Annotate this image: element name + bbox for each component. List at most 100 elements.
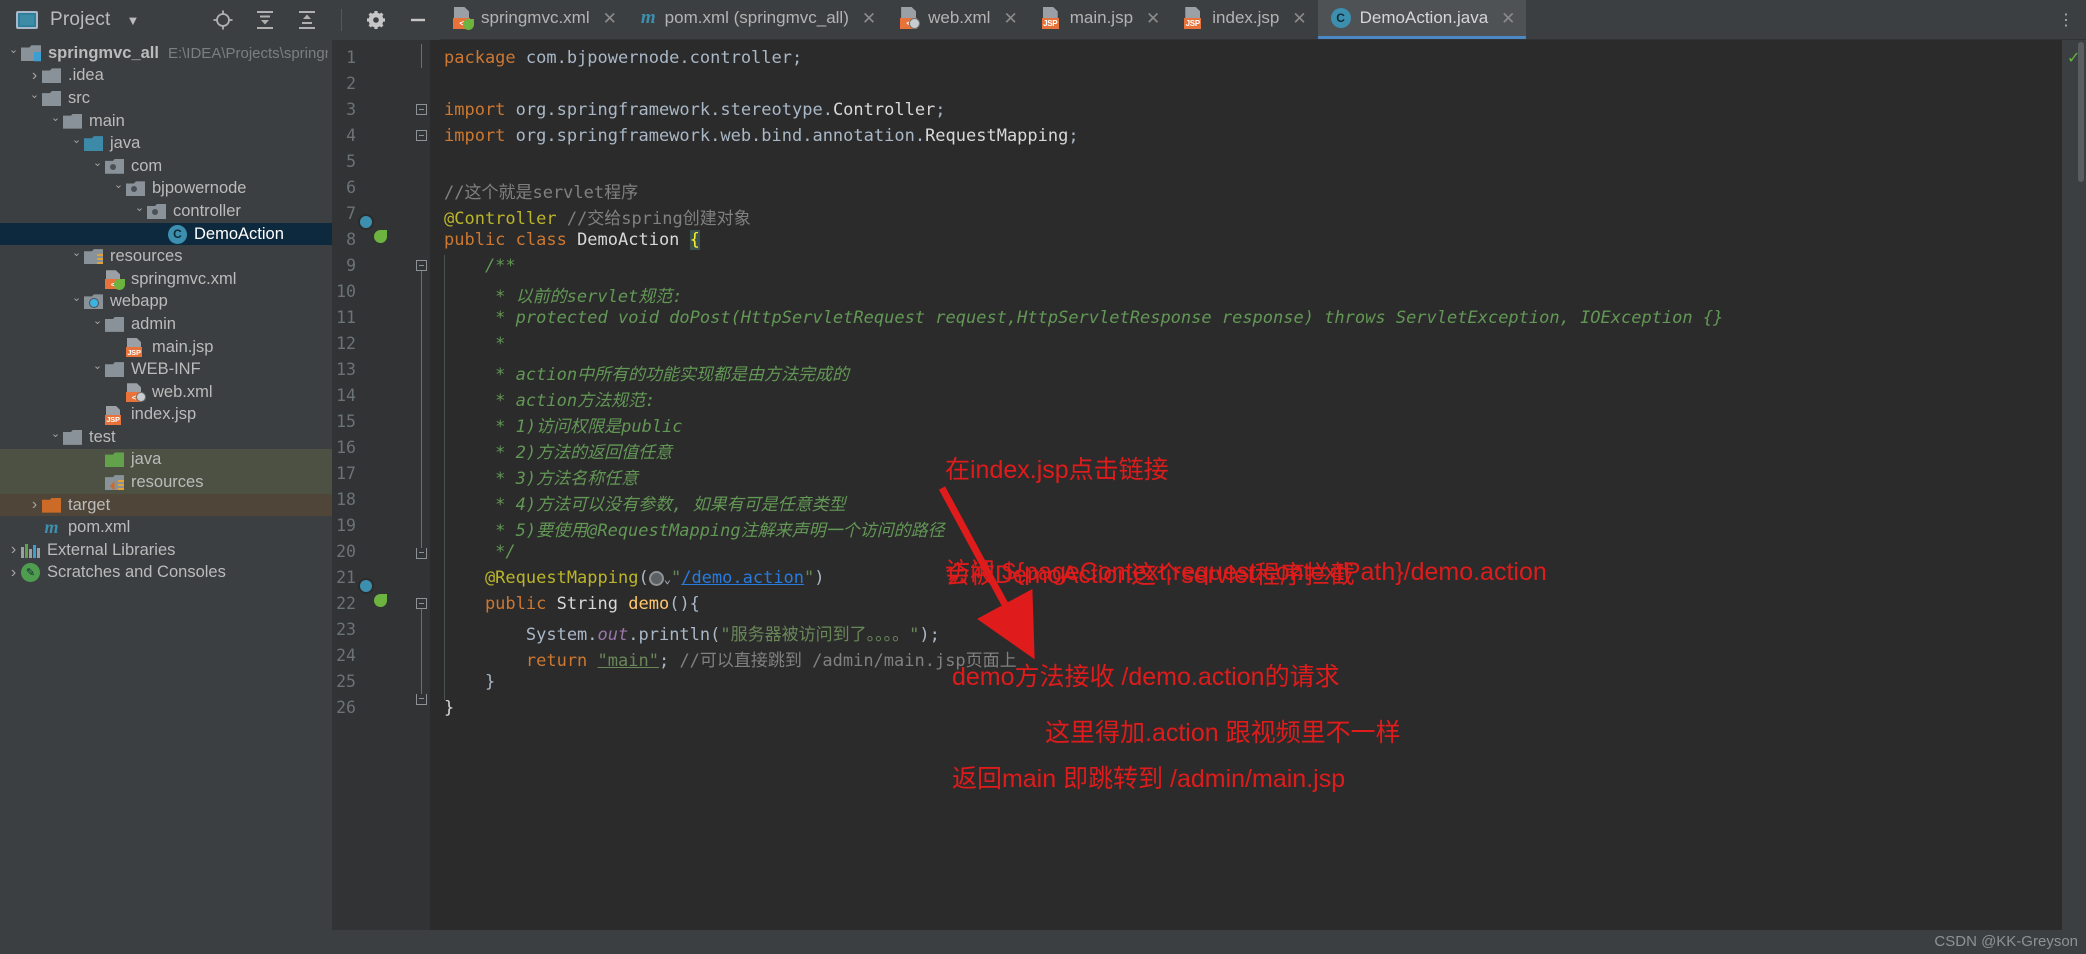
chevron-down-icon[interactable]: ▼: [127, 13, 140, 28]
close-icon[interactable]: ✕: [858, 10, 876, 27]
tree-node-springmvc-xml[interactable]: < springmvc.xml: [0, 268, 332, 291]
tree-node-main[interactable]: main: [0, 110, 332, 133]
chevron-down-icon[interactable]: [90, 318, 105, 331]
tree-node-src[interactable]: src: [0, 87, 332, 110]
tree-node-web-inf[interactable]: WEB-INF: [0, 358, 332, 381]
tree-node-resources[interactable]: resources: [0, 245, 332, 268]
editor-tab-main-jsp[interactable]: JSP main.jsp ✕: [1029, 0, 1172, 39]
fold-region-import2[interactable]: [416, 130, 427, 141]
chevron-down-icon[interactable]: [69, 137, 84, 150]
editor-tab-web-xml[interactable]: < web.xml ✕: [887, 0, 1029, 39]
code-line-3: import org.springframework.stereotype.Co…: [444, 100, 946, 120]
tree-node-web-xml[interactable]: < web.xml: [0, 381, 332, 404]
close-icon[interactable]: ✕: [999, 10, 1017, 27]
code-area[interactable]: package com.bjpowernode.controller; impo…: [430, 40, 2062, 930]
package-icon: [126, 181, 145, 197]
chevron-down-icon[interactable]: [48, 115, 63, 128]
chevron-down-icon[interactable]: [69, 250, 84, 263]
editor-gutter[interactable]: 1 2 3 4 5 6 7 8 9 10 11 12 13 14 15 16 1…: [332, 40, 412, 930]
close-icon[interactable]: ✕: [1288, 10, 1306, 27]
chevron-right-icon[interactable]: [6, 564, 21, 582]
chevron-down-icon[interactable]: [132, 205, 147, 218]
tree-node-test[interactable]: test: [0, 426, 332, 449]
spring-bean-icon[interactable]: [374, 594, 394, 614]
code-line-13: * action中所有的功能实现都是由方法完成的: [444, 365, 850, 385]
expand-all-icon[interactable]: [253, 8, 277, 32]
code-line-19: * 5)要使用@RequestMapping注解来声明一个访问的路径: [444, 521, 945, 541]
close-icon[interactable]: ✕: [1142, 10, 1160, 27]
fold-region-javadoc-end[interactable]: [416, 548, 427, 559]
chevron-down-icon[interactable]: [90, 160, 105, 173]
code-line-26: }: [444, 698, 455, 718]
tree-node-demoaction[interactable]: C DemoAction: [0, 222, 332, 246]
line-number: 7: [346, 204, 356, 223]
chevron-right-icon[interactable]: [27, 67, 42, 85]
fold-region-method-end[interactable]: [416, 694, 427, 705]
close-icon[interactable]: ✕: [599, 10, 617, 27]
chevron-right-icon[interactable]: [27, 496, 42, 514]
line-number: 9: [346, 256, 356, 275]
fold-region-method[interactable]: [416, 598, 427, 609]
tree-node-test-java[interactable]: java: [0, 448, 332, 472]
gutter-settings-icon[interactable]: [648, 571, 664, 586]
fold-region-imports[interactable]: [416, 104, 427, 115]
annotation-line: 这里得加.action 跟视频里不一样: [1045, 719, 1401, 747]
xml-web-file-icon: <: [900, 7, 921, 29]
request-mapping-path-link[interactable]: /demo.action: [681, 568, 804, 588]
tree-node-test-resources[interactable]: resources: [0, 471, 332, 494]
code-line-16: * 2)方法的返回值任意: [444, 443, 673, 463]
line-number: 26: [336, 698, 356, 717]
chevron-down-icon[interactable]: [27, 92, 42, 105]
tree-node-label: springmvc_all: [48, 43, 159, 62]
chevron-down-icon[interactable]: [90, 363, 105, 376]
editor-tab-demoaction-java[interactable]: C DemoAction.java ✕: [1317, 0, 1527, 39]
line-number: 16: [336, 438, 356, 457]
top-bar: Project ▼ < springmvc.xml ✕ m pom.xml (s…: [0, 0, 2086, 40]
tree-node-main-java[interactable]: java: [0, 132, 332, 155]
tree-node-external-libraries[interactable]: External Libraries: [0, 539, 332, 562]
code-editor[interactable]: 1 2 3 4 5 6 7 8 9 10 11 12 13 14 15 16 1…: [332, 40, 2086, 930]
collapse-all-icon[interactable]: [295, 8, 319, 32]
tree-node-admin[interactable]: admin: [0, 313, 332, 336]
inspection-gutter[interactable]: ✓: [2062, 40, 2086, 930]
tree-node-scratches[interactable]: ✎ Scratches and Consoles: [0, 562, 332, 585]
code-line-10: * 以前的servlet规范:: [444, 287, 683, 307]
tree-node-main-jsp[interactable]: JSP main.jsp: [0, 336, 332, 359]
editor-tab-index-jsp[interactable]: JSP index.jsp ✕: [1171, 0, 1317, 39]
editor-tab-pom-xml[interactable]: m pom.xml (springmvc_all) ✕: [628, 0, 887, 39]
tree-node-label: java: [131, 450, 162, 469]
fold-column[interactable]: [412, 40, 430, 930]
tree-node-controller[interactable]: controller: [0, 200, 332, 223]
tree-node-target[interactable]: target: [0, 493, 332, 517]
fold-line: [421, 271, 422, 548]
close-icon[interactable]: ✕: [1497, 10, 1515, 27]
tree-node-bjpowernode[interactable]: bjpowernode: [0, 178, 332, 201]
gear-icon[interactable]: [364, 8, 388, 32]
resources-folder-icon: [84, 249, 103, 265]
tree-node-springmvc-all[interactable]: springmvc_all E:\IDEA\Projects\springmvc…: [0, 42, 332, 65]
chevron-down-icon[interactable]: [48, 431, 63, 444]
more-vertical-icon[interactable]: ⋮: [2054, 8, 2078, 32]
spring-bean-icon[interactable]: [374, 230, 394, 250]
chevron-right-icon[interactable]: [6, 541, 21, 559]
project-tree[interactable]: springmvc_all E:\IDEA\Projects\springmvc…: [0, 40, 332, 930]
chevron-down-icon[interactable]: [6, 47, 21, 60]
tree-node-pom-xml[interactable]: m pom.xml: [0, 516, 332, 539]
tree-node-com[interactable]: com: [0, 155, 332, 178]
tree-node-label: controller: [173, 201, 241, 220]
fold-region-javadoc[interactable]: [416, 260, 427, 271]
chevron-down-icon[interactable]: [111, 182, 126, 195]
tree-node-idea[interactable]: .idea: [0, 65, 332, 88]
crosshair-icon[interactable]: [211, 8, 235, 32]
minimize-icon[interactable]: [406, 8, 430, 32]
code-line-8: public class DemoAction {: [444, 230, 700, 250]
tree-node-index-jsp[interactable]: JSP index.jsp: [0, 404, 332, 427]
maven-file-icon: m: [44, 517, 59, 538]
line-number: 1: [346, 48, 356, 67]
editor-tab-springmvc-xml[interactable]: < springmvc.xml ✕: [440, 0, 628, 39]
editor-scrollbar-thumb[interactable]: [2078, 42, 2084, 182]
tree-node-webapp[interactable]: webapp: [0, 291, 332, 314]
chevron-down-icon[interactable]: [69, 295, 84, 308]
line-number: 22: [336, 594, 356, 613]
tree-node-label: main: [89, 111, 125, 130]
